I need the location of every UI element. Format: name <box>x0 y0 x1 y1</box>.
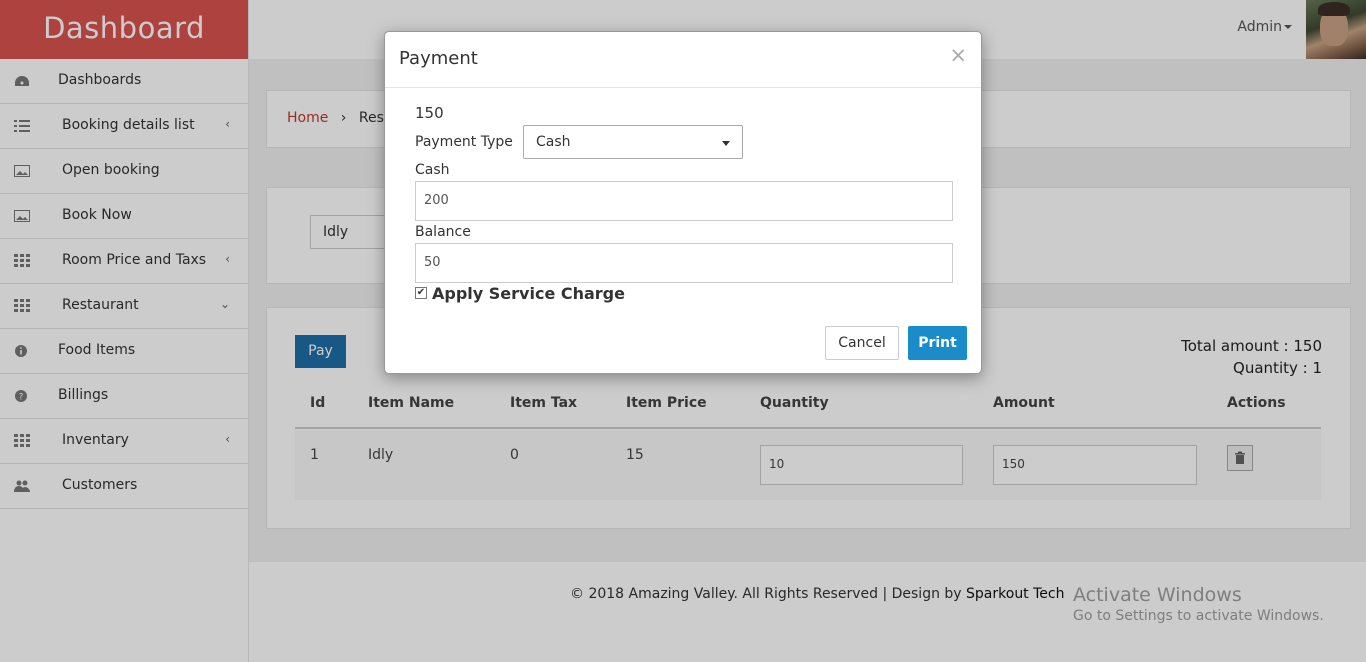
cancel-button[interactable]: Cancel <box>825 326 899 360</box>
service-charge-label[interactable]: Apply Service Charge <box>432 284 625 303</box>
service-charge-checkbox[interactable]: ✔ <box>415 287 427 299</box>
balance-label: Balance <box>415 224 471 240</box>
payment-type-label: Payment Type <box>415 134 513 150</box>
close-icon[interactable]: × <box>949 43 967 67</box>
payment-type-value: Cash <box>536 134 571 150</box>
modal-title: Payment <box>399 48 478 69</box>
caret-down-icon <box>722 141 730 146</box>
print-button[interactable]: Print <box>908 326 967 360</box>
modal-header: Payment × <box>385 32 981 88</box>
cash-input[interactable]: 200 <box>415 181 953 221</box>
payment-amount: 150 <box>415 104 444 122</box>
payment-type-select[interactable]: Cash <box>523 125 743 159</box>
cash-label: Cash <box>415 162 450 178</box>
payment-modal: Payment × 150 Payment Type Cash Cash 200… <box>384 31 982 374</box>
balance-input[interactable]: 50 <box>415 243 953 283</box>
